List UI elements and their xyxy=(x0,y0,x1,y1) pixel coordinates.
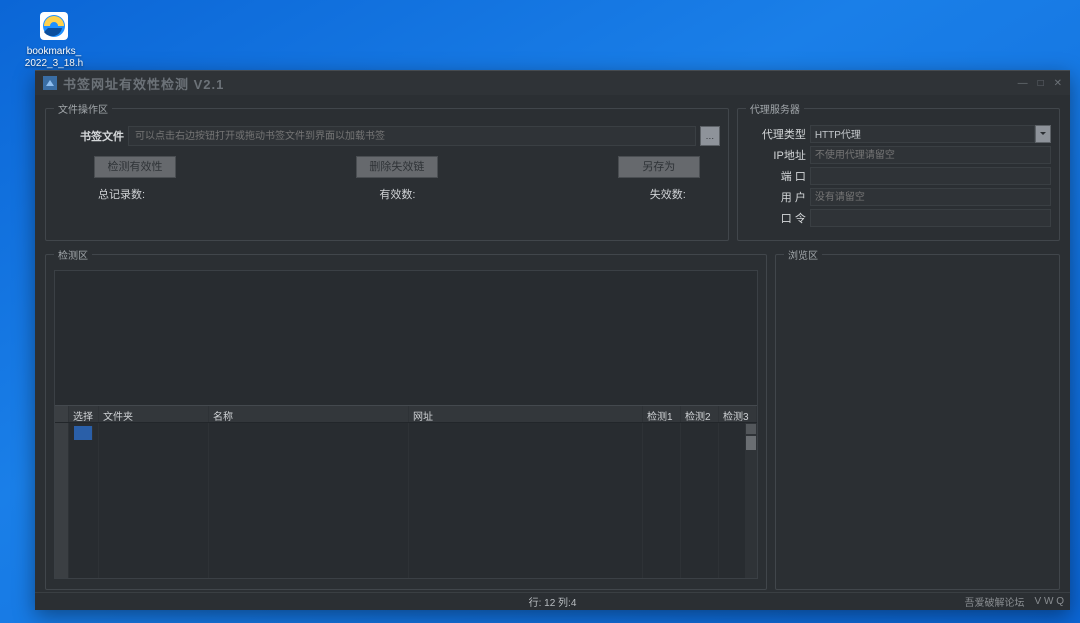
scroll-up-button[interactable] xyxy=(746,424,756,434)
table-row[interactable] xyxy=(55,423,757,441)
minimize-button[interactable]: — xyxy=(1018,78,1028,89)
proxy-password-input[interactable] xyxy=(810,209,1051,227)
proxy-password-label: 口 令 xyxy=(746,210,806,226)
browse-button[interactable]: … xyxy=(700,126,720,146)
proxy-user-label: 用 户 xyxy=(746,189,806,205)
file-panel-legend: 文件操作区 xyxy=(54,101,112,116)
col-select[interactable]: 选择 xyxy=(69,406,99,422)
result-grid: 选择 文件夹 名称 网址 检测1 检测2 检测3 xyxy=(54,270,758,579)
grid-upper-area xyxy=(55,271,757,405)
proxy-port-label: 端 口 xyxy=(746,168,806,184)
preview-panel: 浏览区 xyxy=(775,247,1060,590)
save-as-button[interactable]: 另存为 xyxy=(618,156,700,178)
status-icons[interactable]: V W Q xyxy=(1035,596,1064,607)
table-row[interactable] xyxy=(55,441,757,459)
proxy-user-input[interactable] xyxy=(810,188,1051,206)
detect-panel: 检测区 选择 文件夹 名称 网址 检测1 检测2 检测3 xyxy=(45,247,767,590)
stat-valid: 有效数: xyxy=(379,186,415,202)
bookmark-file-input[interactable] xyxy=(128,126,696,146)
status-credit: 吾爱破解论坛 xyxy=(965,594,1025,609)
app-window: 书签网址有效性检测 V2.1 — □ ✕ 文件操作区 书签文件 … 检测有效性 … xyxy=(35,70,1070,610)
proxy-ip-input[interactable] xyxy=(810,146,1051,164)
table-row[interactable] xyxy=(55,477,757,495)
chevron-down-icon xyxy=(1039,130,1047,138)
selected-cell[interactable] xyxy=(74,426,93,440)
proxy-ip-label: IP地址 xyxy=(746,147,806,163)
proxy-panel-legend: 代理服务器 xyxy=(746,101,804,116)
ie-icon xyxy=(36,8,72,44)
grid-body[interactable] xyxy=(55,423,757,578)
table-row[interactable] xyxy=(55,531,757,549)
col-detect3[interactable]: 检测3 xyxy=(719,406,757,422)
detect-panel-legend: 检测区 xyxy=(54,247,92,262)
scroll-thumb[interactable] xyxy=(746,436,756,450)
status-bar: 行: 12 列:4 吾爱破解论坛 V W Q xyxy=(35,592,1070,610)
stat-invalid: 失效数: xyxy=(650,186,686,202)
table-row[interactable] xyxy=(55,459,757,477)
col-index[interactable] xyxy=(55,406,69,422)
table-row[interactable] xyxy=(55,495,757,513)
close-button[interactable]: ✕ xyxy=(1054,78,1062,89)
preview-panel-legend: 浏览区 xyxy=(784,247,822,262)
table-row[interactable] xyxy=(55,567,757,578)
proxy-port-input[interactable] xyxy=(810,167,1051,185)
titlebar[interactable]: 书签网址有效性检测 V2.1 — □ ✕ xyxy=(35,71,1070,95)
window-title: 书签网址有效性检测 V2.1 xyxy=(63,74,224,93)
stat-total: 总记录数: xyxy=(98,186,145,202)
proxy-type-label: 代理类型 xyxy=(746,126,806,142)
check-validity-button[interactable]: 检测有效性 xyxy=(94,156,176,178)
status-row-col: 行: 12 列:4 xyxy=(529,594,577,609)
table-row[interactable] xyxy=(55,513,757,531)
proxy-type-dropdown[interactable] xyxy=(1035,125,1051,143)
proxy-panel: 代理服务器 代理类型 HTTP代理 IP地址 端 口 用 户 xyxy=(737,101,1060,241)
grid-header: 选择 文件夹 名称 网址 检测1 检测2 检测3 xyxy=(55,405,757,423)
maximize-button[interactable]: □ xyxy=(1038,78,1044,89)
col-folder[interactable]: 文件夹 xyxy=(99,406,209,422)
col-detect2[interactable]: 检测2 xyxy=(681,406,719,422)
remove-invalid-button[interactable]: 删除失效链 xyxy=(356,156,438,178)
col-detect1[interactable]: 检测1 xyxy=(643,406,681,422)
file-panel: 文件操作区 书签文件 … 检测有效性 删除失效链 另存为 总记录数: 有效数: … xyxy=(45,101,729,241)
col-name[interactable]: 名称 xyxy=(209,406,409,422)
table-row[interactable] xyxy=(55,549,757,567)
bookmark-file-label: 书签文件 xyxy=(54,128,124,144)
proxy-type-select[interactable]: HTTP代理 xyxy=(810,125,1035,143)
vertical-scrollbar[interactable] xyxy=(745,423,757,578)
col-url[interactable]: 网址 xyxy=(409,406,643,422)
app-icon xyxy=(43,76,57,90)
